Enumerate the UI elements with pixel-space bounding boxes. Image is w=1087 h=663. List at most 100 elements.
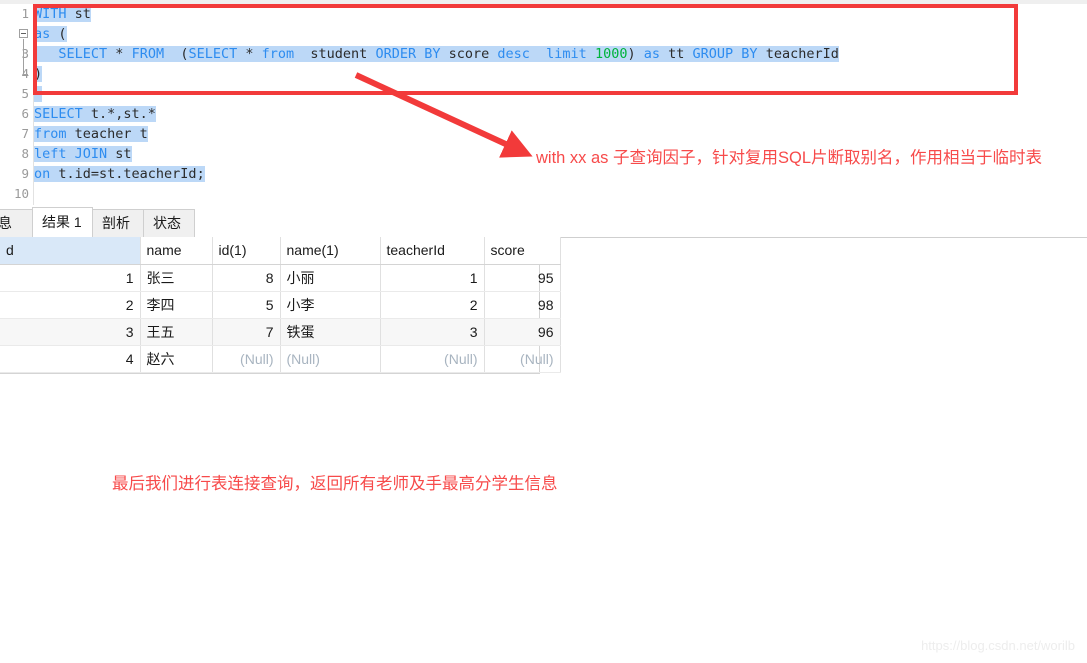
code-line-6-text: SELECT t.*,st.* <box>34 106 156 122</box>
cell-teacherid[interactable]: 3 <box>380 318 485 346</box>
cell-id1[interactable]: (Null) <box>212 345 281 373</box>
code-token: * <box>237 46 262 62</box>
tab-info[interactable]: 息 <box>0 209 34 237</box>
tab-profile[interactable]: 剖析 <box>92 209 144 237</box>
code-token: BY <box>424 46 441 62</box>
column-header-id[interactable]: d <box>0 237 141 265</box>
cell-teacherid[interactable]: 1 <box>380 264 485 292</box>
line-number: 8 <box>21 146 29 161</box>
column-header-teacherid[interactable]: teacherId <box>380 237 485 265</box>
code-fold-collapse-icon[interactable] <box>19 29 28 38</box>
code-token: SELECT <box>58 46 108 62</box>
code-token: st <box>66 6 91 22</box>
line-number: 2 <box>0 24 33 44</box>
code-line-6: SELECT t.*,st.* <box>34 104 1087 124</box>
code-token: teacher t <box>66 126 148 142</box>
cell-id[interactable]: 3 <box>0 318 141 346</box>
cell-name[interactable]: 李四 <box>140 291 213 319</box>
code-token: from <box>261 46 295 62</box>
cell-id1[interactable]: 8 <box>212 264 281 292</box>
code-line-5-text <box>34 86 43 102</box>
cell-name1[interactable]: 小李 <box>280 291 381 319</box>
column-header-id1[interactable]: id(1) <box>212 237 281 265</box>
code-token: desc <box>497 46 530 62</box>
cell-id1[interactable]: 5 <box>212 291 281 319</box>
code-line-2: as ( <box>34 24 1087 44</box>
result-tab-bar[interactable]: 息 结果 1 剖析 状态 <box>0 205 1087 238</box>
result-grid[interactable]: d name id(1) name(1) teacherId score 1 张… <box>0 237 561 374</box>
code-line-4: ) <box>34 64 1087 84</box>
cell-teacherid[interactable]: 2 <box>380 291 485 319</box>
cell-name1[interactable]: 小丽 <box>280 264 381 292</box>
cell-id[interactable]: 2 <box>0 291 141 319</box>
cell-score[interactable]: 96 <box>484 318 561 346</box>
code-token: FROM <box>131 46 165 62</box>
cell-id[interactable]: 1 <box>0 264 141 292</box>
annotation-callout-top: with xx as 子查询因子，针对复用SQL片断取别名，作用相当于临时表 <box>536 149 1043 167</box>
code-line-1: WITH st <box>34 4 1087 24</box>
line-number: 4 <box>0 64 33 84</box>
cell-score[interactable]: 95 <box>484 264 561 292</box>
code-token: SELECT <box>188 46 238 62</box>
cell-name1[interactable]: 铁蛋 <box>280 318 381 346</box>
code-token: as <box>34 26 51 42</box>
code-line-2-text: as ( <box>34 26 67 42</box>
cell-name[interactable]: 赵六 <box>140 345 213 373</box>
tab-status[interactable]: 状态 <box>143 209 195 237</box>
line-number: 3 <box>21 46 29 61</box>
annotation-callout-bottom: 最后我们进行表连接查询，返回所有老师及手最高分学生信息 <box>112 475 558 493</box>
table-row[interactable]: 2 李四 5 小李 2 98 <box>0 291 561 319</box>
code-token: 1000 <box>594 46 628 62</box>
code-token: score <box>440 46 498 62</box>
code-token: WITH <box>34 6 67 22</box>
code-line-3-text: SELECT * FROM (SELECT * from student ORD… <box>34 46 839 62</box>
code-line-9-text: on t.id=st.teacherId; <box>34 166 205 182</box>
cell-score[interactable]: (Null) <box>484 345 561 373</box>
code-token: ) <box>627 46 644 62</box>
code-token: ) <box>34 66 43 82</box>
column-header-score[interactable]: score <box>484 237 561 265</box>
code-token: JOIN <box>74 146 108 162</box>
result-table: d name id(1) name(1) teacherId score 1 张… <box>0 237 561 373</box>
line-number-gutter: 1 2 3 4 5 6 7 8 9 10 <box>0 4 34 205</box>
column-header-name[interactable]: name <box>140 237 213 265</box>
cell-name[interactable]: 王五 <box>140 318 213 346</box>
cell-teacherid[interactable]: (Null) <box>380 345 485 373</box>
code-token: tt <box>660 46 693 62</box>
code-token: ORDER <box>375 46 417 62</box>
code-line-7: from teacher t <box>34 124 1087 144</box>
line-number: 1 <box>21 6 29 21</box>
tab-result[interactable]: 结果 1 <box>32 207 93 238</box>
line-number: 7 <box>21 126 29 141</box>
code-token: * <box>107 46 132 62</box>
table-row[interactable]: 3 王五 7 铁蛋 3 96 <box>0 318 561 346</box>
cell-id[interactable]: 4 <box>0 345 141 373</box>
sql-editor[interactable]: 1 2 3 4 5 6 7 8 9 10 WITH st as ( SELECT… <box>0 4 1087 205</box>
code-token: teacherId <box>757 46 839 62</box>
line-number: 5 <box>21 86 29 101</box>
table-row[interactable]: 4 赵六 (Null) (Null) (Null) (Null) <box>0 345 561 373</box>
line-number: 10 <box>13 186 29 201</box>
code-line-8-text: left JOIN st <box>34 146 132 162</box>
code-token: ( <box>50 26 67 42</box>
cell-score[interactable]: 98 <box>484 291 561 319</box>
line-number: 9 <box>21 166 29 181</box>
code-line-5 <box>34 84 1087 104</box>
code-token: from <box>34 126 67 142</box>
cell-id1[interactable]: 7 <box>212 318 281 346</box>
cell-name[interactable]: 张三 <box>140 264 213 292</box>
code-token: student <box>294 46 376 62</box>
code-fold-end-icon <box>23 74 28 75</box>
code-content[interactable]: WITH st as ( SELECT * FROM (SELECT * fro… <box>34 4 1087 205</box>
column-header-name1[interactable]: name(1) <box>280 237 381 265</box>
code-line-4-text: ) <box>34 66 43 82</box>
cell-name1[interactable]: (Null) <box>280 345 381 373</box>
code-token: GROUP <box>692 46 734 62</box>
code-line-7-text: from teacher t <box>34 126 148 142</box>
table-row[interactable]: 1 张三 8 小丽 1 95 <box>0 264 561 292</box>
